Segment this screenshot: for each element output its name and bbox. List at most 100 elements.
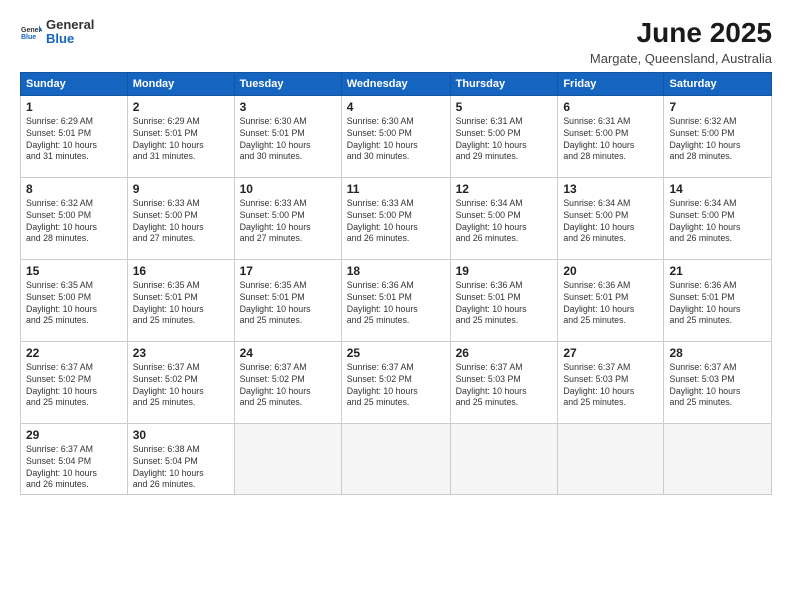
logo-icon: General Blue: [20, 21, 42, 43]
day-number: 18: [347, 264, 445, 278]
day-number: 9: [133, 182, 229, 196]
logo-text: General Blue: [46, 18, 94, 47]
svg-text:General: General: [21, 27, 42, 34]
calendar-cell: 14 Sunrise: 6:34 AM Sunset: 5:00 PM Dayli…: [664, 177, 772, 259]
calendar-cell: [664, 423, 772, 495]
day-number: 25: [347, 346, 445, 360]
calendar-header-monday: Monday: [127, 72, 234, 95]
calendar-week-1: 8 Sunrise: 6:32 AM Sunset: 5:00 PM Daylig…: [21, 177, 772, 259]
day-number: 30: [133, 428, 229, 442]
subtitle: Margate, Queensland, Australia: [590, 51, 772, 66]
calendar-cell: 15Sunrise: 6:35 AM Sunset: 5:00 PM Dayli…: [21, 259, 128, 341]
day-number: 13: [563, 182, 658, 196]
day-number: 24: [240, 346, 336, 360]
day-detail: Sunrise: 6:30 AM Sunset: 5:00 PM Dayligh…: [347, 116, 445, 164]
day-detail: Sunrise: 6:31 AM Sunset: 5:00 PM Dayligh…: [456, 116, 553, 164]
day-number: 15: [26, 264, 122, 278]
day-number: 7: [669, 100, 766, 114]
calendar-header-wednesday: Wednesday: [341, 72, 450, 95]
day-detail: Sunrise: 6:32 AM Sunset: 5:00 PM Dayligh…: [26, 198, 122, 246]
calendar-header-tuesday: Tuesday: [234, 72, 341, 95]
calendar-week-4: 29 Sunrise: 6:37 AM Sunset: 5:04 PM Dayli…: [21, 423, 772, 495]
calendar-header-saturday: Saturday: [664, 72, 772, 95]
day-number: 12: [456, 182, 553, 196]
day-detail: Sunrise: 6:37 AM Sunset: 5:02 PM Dayligh…: [240, 362, 336, 410]
day-detail: Sunrise: 6:37 AM Sunset: 5:02 PM Dayligh…: [26, 362, 122, 410]
calendar-cell: 3 Sunrise: 6:30 AM Sunset: 5:01 PM Daylig…: [234, 95, 341, 177]
day-number: 10: [240, 182, 336, 196]
day-number: 1: [26, 100, 122, 114]
day-detail: Sunrise: 6:37 AM Sunset: 5:02 PM Dayligh…: [133, 362, 229, 410]
calendar-cell: [450, 423, 558, 495]
calendar-table: SundayMondayTuesdayWednesdayThursdayFrid…: [20, 72, 772, 496]
day-number: 8: [26, 182, 122, 196]
calendar-cell: 4 Sunrise: 6:30 AM Sunset: 5:00 PM Daylig…: [341, 95, 450, 177]
calendar-week-0: 1 Sunrise: 6:29 AM Sunset: 5:01 PM Daylig…: [21, 95, 772, 177]
day-detail: Sunrise: 6:34 AM Sunset: 5:00 PM Dayligh…: [563, 198, 658, 246]
calendar-header-sunday: Sunday: [21, 72, 128, 95]
day-number: 3: [240, 100, 336, 114]
calendar-cell: 8 Sunrise: 6:32 AM Sunset: 5:00 PM Daylig…: [21, 177, 128, 259]
day-detail: Sunrise: 6:37 AM Sunset: 5:03 PM Dayligh…: [669, 362, 766, 410]
day-detail: Sunrise: 6:36 AM Sunset: 5:01 PM Dayligh…: [563, 280, 658, 328]
calendar-cell: 30 Sunrise: 6:38 AM Sunset: 5:04 PM Dayli…: [127, 423, 234, 495]
calendar-cell: 9 Sunrise: 6:33 AM Sunset: 5:00 PM Daylig…: [127, 177, 234, 259]
header: General Blue General Blue June 2025 Marg…: [20, 18, 772, 66]
calendar-cell: 24 Sunrise: 6:37 AM Sunset: 5:02 PM Dayli…: [234, 341, 341, 423]
calendar-header-friday: Friday: [558, 72, 664, 95]
day-number: 28: [669, 346, 766, 360]
day-number: 26: [456, 346, 553, 360]
day-number: 29: [26, 428, 122, 442]
day-number: 23: [133, 346, 229, 360]
day-number: 2: [133, 100, 229, 114]
calendar-cell: [341, 423, 450, 495]
day-number: 5: [456, 100, 553, 114]
day-number: 27: [563, 346, 658, 360]
day-detail: Sunrise: 6:34 AM Sunset: 5:00 PM Dayligh…: [669, 198, 766, 246]
day-detail: Sunrise: 6:29 AM Sunset: 5:01 PM Dayligh…: [26, 116, 122, 164]
calendar-cell: 16Sunrise: 6:35 AM Sunset: 5:01 PM Dayli…: [127, 259, 234, 341]
day-detail: Sunrise: 6:34 AM Sunset: 5:00 PM Dayligh…: [456, 198, 553, 246]
day-number: 14: [669, 182, 766, 196]
calendar-cell: 27 Sunrise: 6:37 AM Sunset: 5:03 PM Dayli…: [558, 341, 664, 423]
calendar-cell: [558, 423, 664, 495]
day-detail: Sunrise: 6:33 AM Sunset: 5:00 PM Dayligh…: [347, 198, 445, 246]
calendar-cell: 20 Sunrise: 6:36 AM Sunset: 5:01 PM Dayli…: [558, 259, 664, 341]
day-detail: Sunrise: 6:37 AM Sunset: 5:04 PM Dayligh…: [26, 444, 122, 492]
day-detail: Sunrise: 6:36 AM Sunset: 5:01 PM Dayligh…: [456, 280, 553, 328]
day-detail: Sunrise: 6:38 AM Sunset: 5:04 PM Dayligh…: [133, 444, 229, 492]
day-detail: Sunrise: 6:31 AM Sunset: 5:00 PM Dayligh…: [563, 116, 658, 164]
calendar-cell: 25Sunrise: 6:37 AM Sunset: 5:02 PM Dayli…: [341, 341, 450, 423]
day-detail: Sunrise: 6:36 AM Sunset: 5:01 PM Dayligh…: [669, 280, 766, 328]
day-detail: Sunrise: 6:29 AM Sunset: 5:01 PM Dayligh…: [133, 116, 229, 164]
day-number: 4: [347, 100, 445, 114]
day-number: 20: [563, 264, 658, 278]
calendar-cell: 12 Sunrise: 6:34 AM Sunset: 5:00 PM Dayli…: [450, 177, 558, 259]
calendar-cell: 7Sunrise: 6:32 AM Sunset: 5:00 PM Daylig…: [664, 95, 772, 177]
day-detail: Sunrise: 6:30 AM Sunset: 5:01 PM Dayligh…: [240, 116, 336, 164]
title-block: June 2025 Margate, Queensland, Australia: [590, 18, 772, 66]
calendar-cell: 26Sunrise: 6:37 AM Sunset: 5:03 PM Dayli…: [450, 341, 558, 423]
day-detail: Sunrise: 6:36 AM Sunset: 5:01 PM Dayligh…: [347, 280, 445, 328]
day-detail: Sunrise: 6:33 AM Sunset: 5:00 PM Dayligh…: [133, 198, 229, 246]
day-detail: Sunrise: 6:37 AM Sunset: 5:03 PM Dayligh…: [563, 362, 658, 410]
calendar-cell: 18 Sunrise: 6:36 AM Sunset: 5:01 PM Dayli…: [341, 259, 450, 341]
calendar-cell: 17 Sunrise: 6:35 AM Sunset: 5:01 PM Dayli…: [234, 259, 341, 341]
calendar-week-3: 22 Sunrise: 6:37 AM Sunset: 5:02 PM Dayli…: [21, 341, 772, 423]
calendar-cell: 1 Sunrise: 6:29 AM Sunset: 5:01 PM Daylig…: [21, 95, 128, 177]
day-number: 22: [26, 346, 122, 360]
svg-text:Blue: Blue: [21, 34, 36, 41]
day-number: 16: [133, 264, 229, 278]
day-detail: Sunrise: 6:35 AM Sunset: 5:01 PM Dayligh…: [240, 280, 336, 328]
day-number: 6: [563, 100, 658, 114]
calendar-cell: 22 Sunrise: 6:37 AM Sunset: 5:02 PM Dayli…: [21, 341, 128, 423]
calendar-cell: 29 Sunrise: 6:37 AM Sunset: 5:04 PM Dayli…: [21, 423, 128, 495]
calendar-header-thursday: Thursday: [450, 72, 558, 95]
main-title: June 2025: [590, 18, 772, 49]
calendar-week-2: 15Sunrise: 6:35 AM Sunset: 5:00 PM Dayli…: [21, 259, 772, 341]
calendar-cell: 13 Sunrise: 6:34 AM Sunset: 5:00 PM Dayli…: [558, 177, 664, 259]
day-number: 17: [240, 264, 336, 278]
calendar-cell: 10Sunrise: 6:33 AM Sunset: 5:00 PM Dayli…: [234, 177, 341, 259]
calendar-cell: 28 Sunrise: 6:37 AM Sunset: 5:03 PM Dayli…: [664, 341, 772, 423]
day-number: 11: [347, 182, 445, 196]
